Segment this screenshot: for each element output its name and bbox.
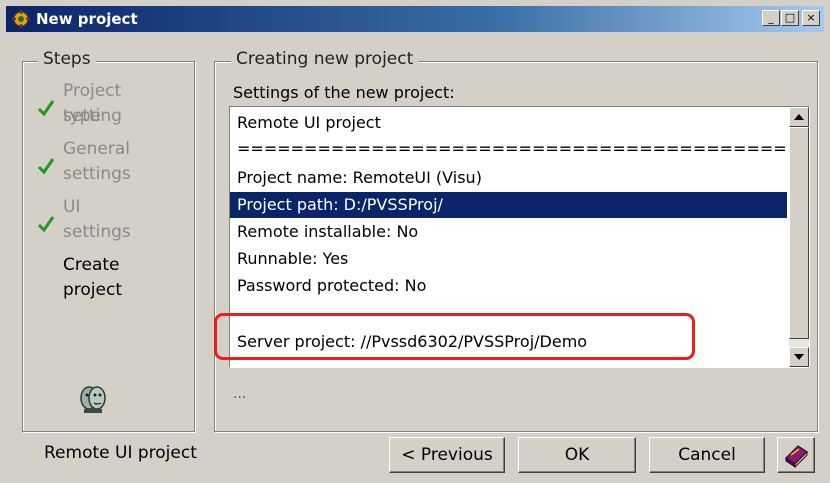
list-item[interactable]: Project name: RemoteUI (Visu) [230, 165, 787, 191]
list-item[interactable]: Remote installable: No [230, 219, 787, 245]
previous-button[interactable]: < Previous [389, 437, 505, 473]
step-label: Create [63, 255, 120, 275]
vertical-scrollbar[interactable] [789, 107, 809, 367]
step-label: settings [63, 164, 131, 184]
close-button[interactable]: × [802, 10, 820, 26]
list-item-selected[interactable]: Project path: D:/PVSSProj/ [230, 192, 787, 218]
gear-icon [12, 10, 30, 28]
checkmark-icon [37, 100, 55, 117]
faces-icon [80, 386, 106, 413]
checkmark-icon [37, 158, 55, 175]
settings-label: Settings of the new project: [233, 83, 455, 102]
list-item[interactable]: Runnable: Yes [230, 246, 787, 272]
more-text: ... [233, 386, 247, 402]
step-label: settings [63, 222, 131, 242]
steps-group-title: Steps [38, 49, 96, 69]
help-button[interactable] [777, 437, 815, 473]
step-label: setting [63, 106, 122, 126]
highlight-frame [214, 313, 695, 360]
arrow-up-icon [794, 114, 804, 120]
list-item[interactable]: Remote UI project [230, 110, 787, 136]
step-label: General [63, 139, 130, 159]
cancel-button[interactable]: Cancel [649, 437, 765, 473]
new-project-window: New project _ □ × Steps Project type set… [0, 0, 830, 483]
project-type-status: Remote UI project [44, 443, 197, 463]
book-icon [785, 445, 808, 469]
scroll-up-button[interactable] [789, 107, 809, 127]
minimize-button[interactable]: _ [762, 10, 780, 26]
ok-button[interactable]: OK [518, 437, 636, 473]
list-item[interactable]: ========================================… [230, 136, 787, 162]
window-title: New project [36, 10, 138, 28]
scroll-down-button[interactable] [789, 347, 809, 367]
scroll-thumb[interactable] [789, 127, 809, 339]
maximize-button[interactable]: □ [781, 10, 799, 26]
checkmark-icon [37, 216, 55, 233]
title-bar[interactable]: New project _ □ × [6, 6, 824, 32]
arrow-down-icon [794, 354, 804, 360]
step-label: UI [63, 197, 81, 217]
list-item[interactable]: Password protected: No [230, 273, 787, 299]
creating-project-group-title: Creating new project [231, 49, 419, 69]
step-label: project [63, 280, 123, 300]
